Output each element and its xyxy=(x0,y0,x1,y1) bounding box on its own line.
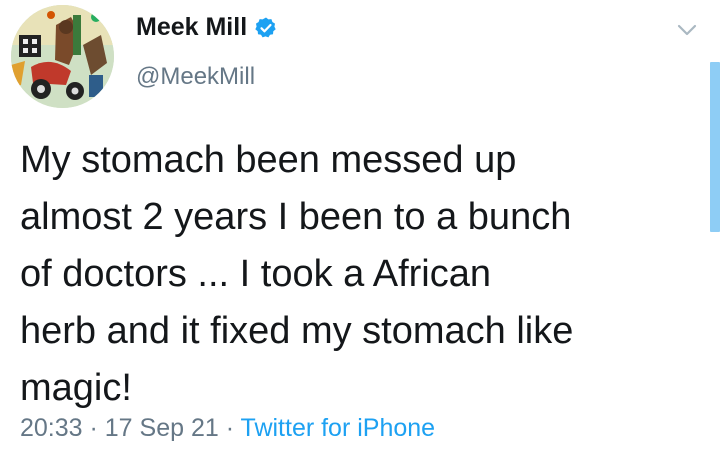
tweet-metadata: 20:33 · 17 Sep 21 · Twitter for iPhone xyxy=(20,414,435,443)
separator: · xyxy=(218,414,241,442)
avatar-artwork xyxy=(11,5,114,108)
user-handle[interactable]: @MeekMill xyxy=(136,63,255,91)
chevron-down-icon[interactable] xyxy=(676,22,698,38)
user-name-row[interactable]: Meek Mill xyxy=(136,13,278,42)
display-name[interactable]: Meek Mill xyxy=(136,13,247,42)
separator: · xyxy=(82,414,105,442)
tweet-text: My stomach been messed up almost 2 years… xyxy=(20,139,574,409)
verified-badge-icon xyxy=(255,17,276,37)
tweet-time[interactable]: 20:33 xyxy=(20,414,83,442)
tweet-date[interactable]: 17 Sep 21 xyxy=(105,414,219,442)
scrollbar[interactable] xyxy=(710,62,720,232)
tweet-source-link[interactable]: Twitter for iPhone xyxy=(241,414,436,442)
avatar[interactable] xyxy=(11,5,114,108)
